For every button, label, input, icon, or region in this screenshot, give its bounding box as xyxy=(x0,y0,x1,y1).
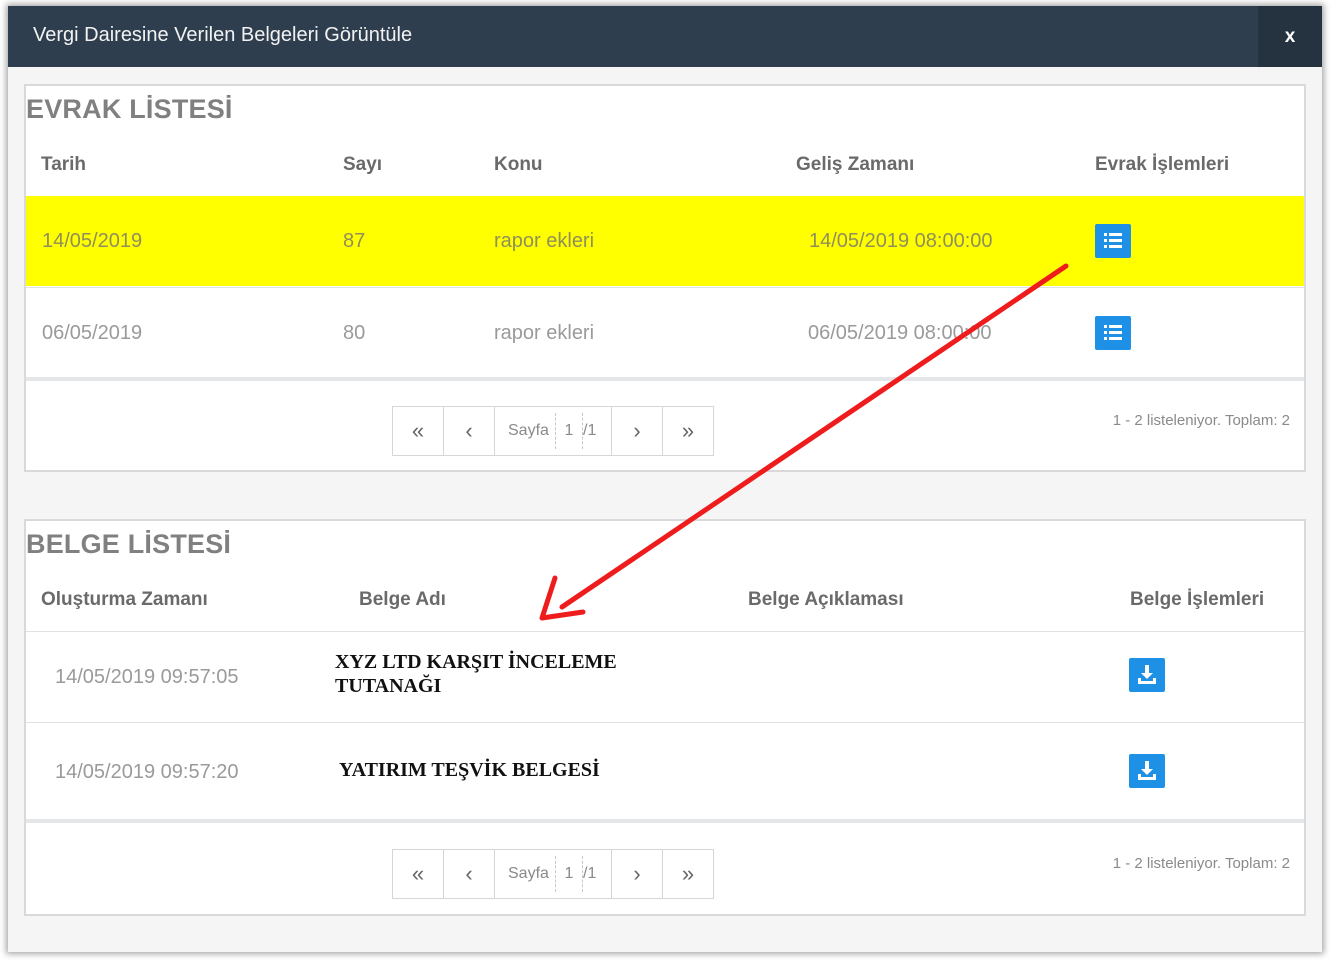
pager-total: /1 xyxy=(583,422,597,439)
list-icon xyxy=(1104,233,1122,248)
belge-adi-line: YATIRIM TEŞVİK BELGESİ xyxy=(339,759,600,781)
table-row[interactable]: 14/05/2019 87 rapor ekleri 14/05/2019 08… xyxy=(26,196,1304,286)
table-row[interactable]: 14/05/2019 09:57:05 XYZ LTD KARŞIT İNCEL… xyxy=(26,631,1304,722)
belge-panel-title: BELGE LİSTESİ xyxy=(26,529,232,559)
pager-info: Sayfa 1 /1 xyxy=(495,407,612,455)
pager-prev-button[interactable]: ‹ xyxy=(444,850,495,898)
evrak-panel-title: EVRAK LİSTESİ xyxy=(26,94,233,124)
page-number-input[interactable]: 1 xyxy=(555,856,583,892)
table-divider xyxy=(26,377,1304,381)
list-icon xyxy=(1104,325,1122,340)
pager-last-button[interactable]: » xyxy=(663,850,713,898)
belge-download-button[interactable] xyxy=(1129,658,1165,692)
belge-pager: « ‹ Sayfa 1 /1 › » xyxy=(392,849,714,899)
evrak-panel: EVRAK LİSTESİ Tarih Sayı Konu Geliş Zama… xyxy=(24,84,1306,472)
belge-adi-line: XYZ LTD KARŞIT İNCELEME xyxy=(335,651,617,673)
belge-download-button[interactable] xyxy=(1129,754,1165,788)
col-header-olusturma-zamani: Oluşturma Zamanı xyxy=(41,589,208,610)
cell-sayi: 80 xyxy=(343,322,366,344)
evrak-details-button[interactable] xyxy=(1095,316,1131,350)
cell-gelis-zamani: 06/05/2019 08:00:00 xyxy=(808,322,992,344)
cell-gelis-zamani: 14/05/2019 08:00:00 xyxy=(809,230,993,252)
cell-konu: rapor ekleri xyxy=(494,322,595,344)
cell-belge-adi: YATIRIM TEŞVİK BELGESİ xyxy=(339,758,600,782)
col-header-evrak-islemleri: Evrak İşlemleri xyxy=(1095,154,1230,175)
download-icon xyxy=(1138,761,1156,780)
pager-info: Sayfa 1 /1 xyxy=(495,850,612,898)
pager-next-button[interactable]: › xyxy=(612,407,663,455)
cell-konu: rapor ekleri xyxy=(494,230,595,252)
dialog-header: Vergi Dairesine Verilen Belgeleri Görünt… xyxy=(8,6,1322,67)
table-row[interactable]: 14/05/2019 09:57:20 YATIRIM TEŞVİK BELGE… xyxy=(26,722,1304,819)
pager-first-button[interactable]: « xyxy=(393,850,444,898)
pager-last-button[interactable]: » xyxy=(663,407,713,455)
record-count: 1 - 2 listeleniyor. Toplam: 2 xyxy=(1112,412,1290,429)
belge-adi-line: TUTANAĞI xyxy=(335,675,442,697)
col-header-belge-islemleri: Belge İşlemleri xyxy=(1130,589,1265,610)
cell-olusturma-zamani: 14/05/2019 09:57:20 xyxy=(55,761,239,783)
page-number-input[interactable]: 1 xyxy=(555,413,583,449)
dialog-title: Vergi Dairesine Verilen Belgeleri Görünt… xyxy=(33,24,413,46)
evrak-details-button[interactable] xyxy=(1095,224,1131,258)
table-row[interactable]: 06/05/2019 80 rapor ekleri 06/05/2019 08… xyxy=(26,287,1304,378)
col-header-sayi: Sayı xyxy=(343,154,383,175)
cell-sayi: 87 xyxy=(343,230,366,252)
table-divider xyxy=(26,819,1304,823)
belge-panel: BELGE LİSTESİ Oluşturma Zamanı Belge Adı… xyxy=(24,519,1306,916)
col-header-gelis-zamani: Geliş Zamanı xyxy=(796,154,915,175)
cell-belge-adi: XYZ LTD KARŞIT İNCELEME TUTANAĞI xyxy=(335,650,617,698)
col-header-belge-aciklamasi: Belge Açıklaması xyxy=(748,589,904,610)
pager-label: Sayfa xyxy=(508,865,549,882)
col-header-tarih: Tarih xyxy=(41,154,87,175)
pager-prev-button[interactable]: ‹ xyxy=(444,407,495,455)
cell-olusturma-zamani: 14/05/2019 09:57:05 xyxy=(55,666,239,688)
cell-tarih: 14/05/2019 xyxy=(42,230,143,252)
pager-total: /1 xyxy=(583,865,597,882)
download-icon xyxy=(1138,665,1156,684)
dialog: Vergi Dairesine Verilen Belgeleri Görünt… xyxy=(8,6,1322,952)
pager-next-button[interactable]: › xyxy=(612,850,663,898)
col-header-belge-adi: Belge Adı xyxy=(359,589,446,610)
col-header-konu: Konu xyxy=(494,154,543,175)
cell-tarih: 06/05/2019 xyxy=(42,322,143,344)
evrak-pager: « ‹ Sayfa 1 /1 › » xyxy=(392,406,714,456)
close-button[interactable]: x xyxy=(1258,6,1322,67)
record-count: 1 - 2 listeleniyor. Toplam: 2 xyxy=(1112,855,1290,872)
pager-label: Sayfa xyxy=(508,422,549,439)
pager-first-button[interactable]: « xyxy=(393,407,444,455)
